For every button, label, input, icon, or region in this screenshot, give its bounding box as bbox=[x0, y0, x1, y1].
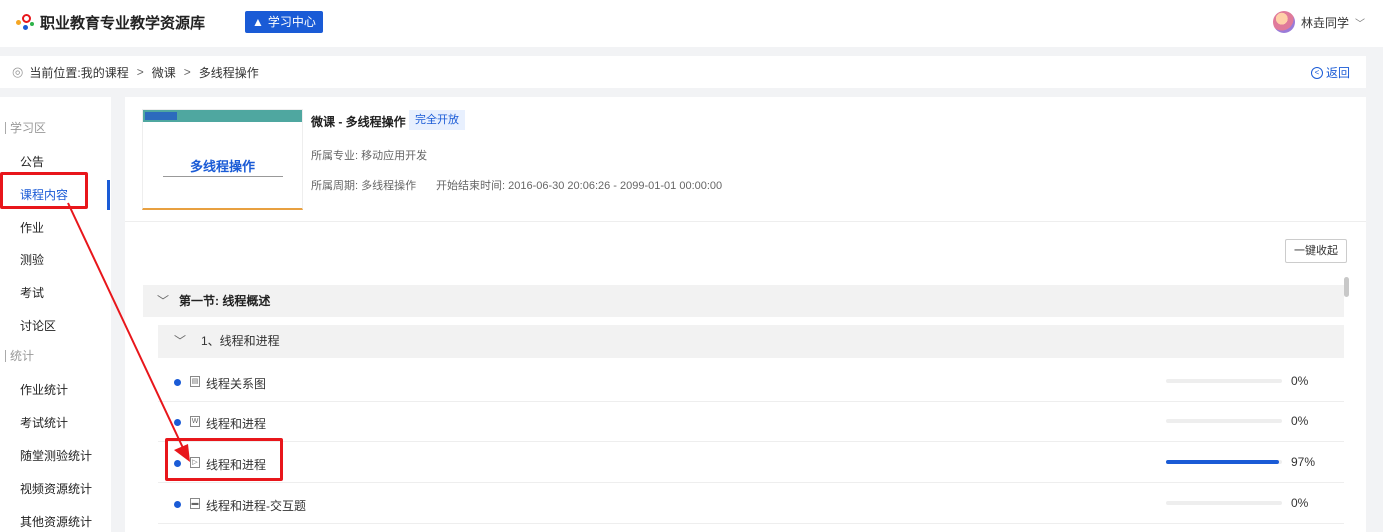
course-header: 多线程操作 微课 - 多线程操作 完全开放 所属专业: 移动应用开发 所属周期:… bbox=[125, 97, 1366, 222]
back-link[interactable]: < 返回 bbox=[1310, 64, 1350, 81]
logo-icon bbox=[14, 11, 36, 33]
sidebar-item-classquiz-stats[interactable]: 随堂测验统计 bbox=[20, 447, 92, 464]
resource-title[interactable]: 线程关系图 bbox=[206, 375, 266, 392]
progress-bar bbox=[1166, 501, 1282, 505]
site-title: 职业教育专业教学资源库 bbox=[40, 14, 206, 32]
highlight-box-video-item bbox=[165, 438, 283, 481]
breadcrumb: ◎ 当前位置: 我的课程 > 微课 > 多线程操作 < 返回 bbox=[0, 56, 1366, 88]
resource-row[interactable]: ▬ 线程和进程-交互题 0% bbox=[158, 484, 1344, 524]
chevron-down-icon: ﹀ bbox=[174, 334, 187, 348]
sidebar-item-homework[interactable]: 作业 bbox=[20, 219, 44, 236]
sidebar-item-exam-stats[interactable]: 考试统计 bbox=[20, 414, 68, 431]
section-header[interactable]: ﹀ 第一节: 线程概述 bbox=[143, 285, 1344, 317]
image-doc-icon: ▤ bbox=[190, 376, 200, 387]
progress-fill bbox=[1166, 460, 1279, 464]
progress-text: 0% bbox=[1291, 414, 1309, 428]
word-doc-icon: W bbox=[190, 416, 200, 427]
resource-title[interactable]: 线程和进程 bbox=[206, 415, 266, 432]
sidebar-item-announcement[interactable]: 公告 bbox=[20, 153, 44, 170]
highlight-box-course-content bbox=[0, 172, 88, 209]
sidebar-group-study: 学习区 bbox=[5, 122, 46, 134]
resource-title[interactable]: 线程和进程-交互题 bbox=[206, 497, 306, 514]
breadcrumb-separator-icon: > bbox=[136, 65, 144, 79]
progress-text: 97% bbox=[1291, 455, 1316, 469]
progress-bar bbox=[1166, 460, 1282, 464]
graduate-icon: ▲ bbox=[252, 15, 264, 29]
sidebar-item-quiz[interactable]: 测验 bbox=[20, 251, 44, 268]
collapse-all-button[interactable]: 一键收起 bbox=[1285, 239, 1347, 263]
bullet-dot bbox=[174, 501, 181, 508]
progress-bar bbox=[1166, 419, 1282, 423]
bullet-dot bbox=[174, 419, 181, 426]
bullet-dot bbox=[174, 379, 181, 386]
chevron-down-icon: ﹀ bbox=[157, 294, 170, 308]
scrollbar-thumb[interactable] bbox=[1344, 277, 1349, 297]
study-center-label: 学习中心 bbox=[267, 15, 316, 29]
subsection-header[interactable]: ﹀ 1、线程和进程 bbox=[158, 325, 1344, 358]
course-time: 开始结束时间: 2016-06-30 20:06:26 - 2099-01-01… bbox=[436, 180, 723, 192]
avatar bbox=[1272, 11, 1295, 33]
back-label: 返回 bbox=[1325, 66, 1350, 80]
location-pin-icon: ◎ bbox=[12, 64, 24, 79]
sidebar-active-indicator bbox=[107, 180, 110, 210]
top-bar: 职业教育专业教学资源库 ▲ 学习中心 林垚同学 ﹀ bbox=[0, 0, 1383, 47]
thumbnail-title: 多线程操作 bbox=[189, 159, 255, 174]
back-arrow-icon: < bbox=[1310, 66, 1323, 79]
site-logo[interactable]: 职业教育专业教学资源库 bbox=[14, 11, 205, 33]
breadcrumb-separator-icon: > bbox=[183, 65, 191, 79]
sidebar-item-other-stats[interactable]: 其他资源统计 bbox=[20, 513, 92, 530]
sidebar-item-video-stats[interactable]: 视频资源统计 bbox=[20, 480, 92, 497]
main-panel: 多线程操作 微课 - 多线程操作 完全开放 所属专业: 移动应用开发 所属周期:… bbox=[125, 97, 1366, 532]
chevron-down-icon: ﹀ bbox=[1355, 18, 1365, 30]
subsection-title: 1、线程和进程 bbox=[201, 334, 280, 348]
status-badge: 完全开放 bbox=[409, 110, 465, 130]
sidebar-group-stats: 统计 bbox=[5, 350, 34, 362]
sidebar-item-exam[interactable]: 考试 bbox=[20, 284, 44, 301]
progress-text: 0% bbox=[1291, 496, 1309, 510]
course-cycle: 所属周期: 多线程操作 bbox=[311, 180, 417, 192]
sidebar-item-homework-stats[interactable]: 作业统计 bbox=[20, 381, 68, 398]
user-menu[interactable]: 林垚同学 ﹀ bbox=[1272, 11, 1365, 33]
course-title: 微课 - 多线程操作 bbox=[311, 115, 406, 129]
course-major: 所属专业: 移动应用开发 bbox=[311, 150, 428, 162]
sidebar-item-discussion[interactable]: 讨论区 bbox=[20, 317, 56, 334]
interactive-icon: ▬ bbox=[190, 498, 200, 509]
user-name: 林垚同学 bbox=[1300, 15, 1349, 30]
resource-row[interactable]: W 线程和进程 0% bbox=[158, 402, 1344, 442]
breadcrumb-current: 多线程操作 bbox=[198, 65, 259, 80]
sidebar: 学习区 公告 课程内容 作业 测验 考试 讨论区 统计 作业统计 考试统计 随堂… bbox=[0, 97, 111, 532]
study-center-button[interactable]: ▲ 学习中心 bbox=[245, 11, 323, 33]
section-title: 第一节: 线程概述 bbox=[179, 294, 271, 308]
course-thumbnail[interactable]: 多线程操作 bbox=[142, 109, 303, 210]
progress-bar bbox=[1166, 379, 1282, 383]
resource-row[interactable]: ▷ 线程和进程 97% bbox=[158, 443, 1344, 483]
breadcrumb-micro-course[interactable]: 微课 bbox=[152, 64, 176, 81]
breadcrumb-prefix: 当前位置: bbox=[29, 65, 81, 80]
resource-row[interactable]: ▤ 线程关系图 0% bbox=[158, 362, 1344, 402]
progress-text: 0% bbox=[1291, 374, 1309, 388]
breadcrumb-my-courses[interactable]: 我的课程 bbox=[81, 64, 129, 81]
